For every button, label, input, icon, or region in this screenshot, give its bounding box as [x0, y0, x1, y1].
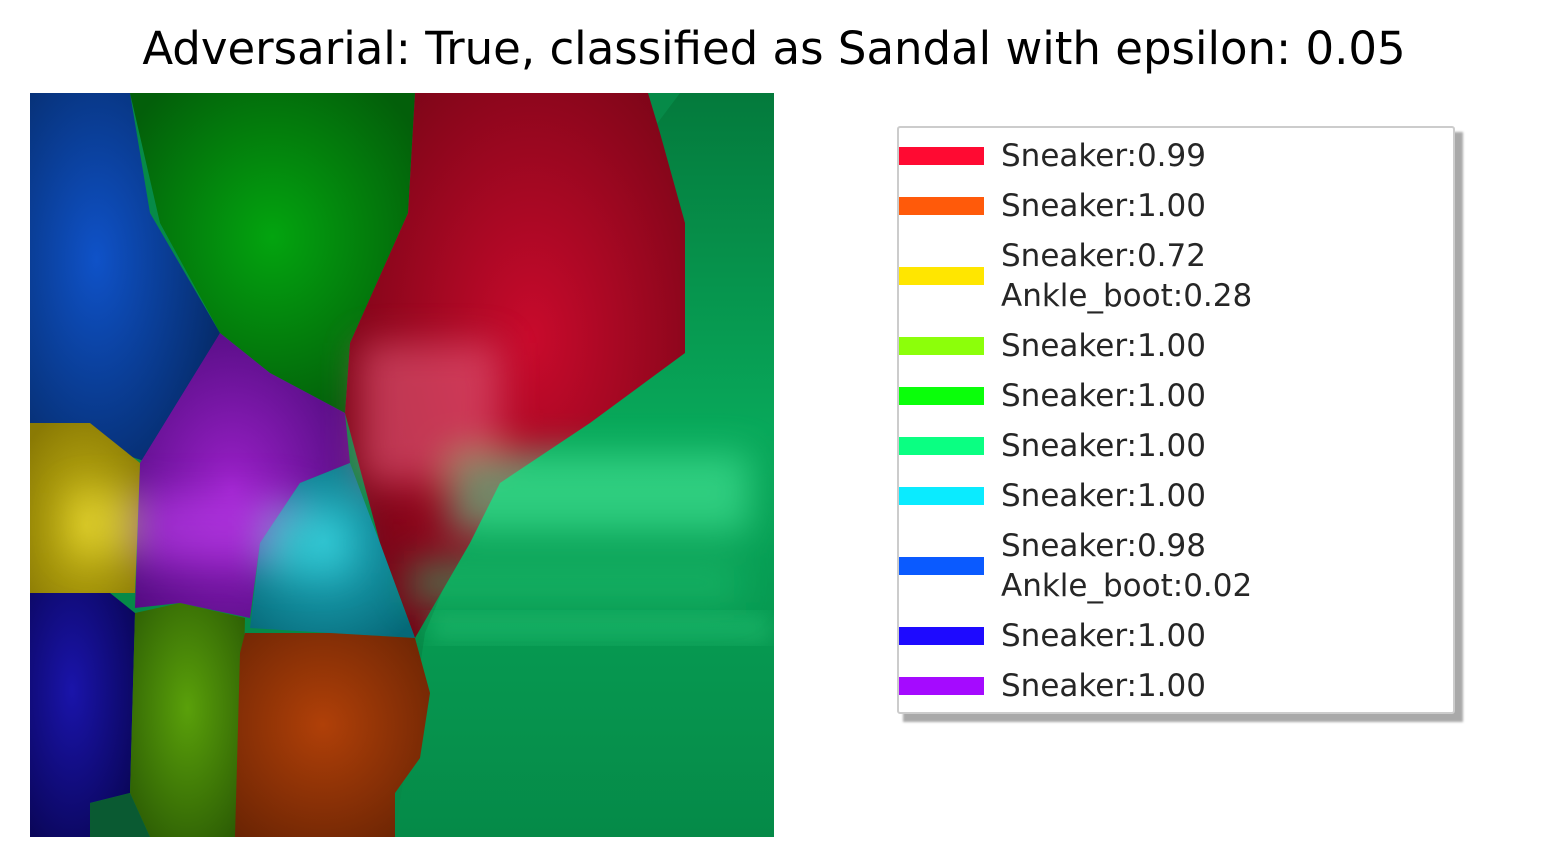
legend-swatch [899, 677, 984, 695]
legend-swatch [899, 197, 984, 215]
legend-swatch [899, 387, 984, 405]
legend-label: Sneaker:0.98 Ankle_boot:0.02 [1001, 526, 1252, 606]
legend-label: Sneaker:0.99 [1001, 136, 1206, 176]
legend: Sneaker:0.99 Sneaker:1.00 Sneaker:0.72 Ankl… [897, 126, 1455, 714]
segmentation-map [30, 93, 774, 837]
legend-label-line: Sneaker:0.98 [1001, 528, 1206, 564]
legend-label-line: Sneaker:1.00 [1001, 428, 1206, 464]
legend-label: Sneaker:1.00 [1001, 376, 1206, 416]
legend-swatch [899, 487, 984, 505]
legend-label-line: Sneaker:0.99 [1001, 138, 1206, 174]
legend-swatch [899, 147, 984, 165]
legend-swatch [899, 437, 984, 455]
legend-label-line: Sneaker:1.00 [1001, 378, 1206, 414]
legend-label: Sneaker:1.00 [1001, 476, 1206, 516]
legend-label: Sneaker:1.00 [1001, 186, 1206, 226]
legend-label-line: Ankle_boot:0.28 [1001, 278, 1253, 314]
legend-label-line: Sneaker:0.72 [1001, 238, 1206, 274]
chart-title: Adversarial: True, classified as Sandal … [142, 22, 1406, 75]
legend-label: Sneaker:1.00 [1001, 616, 1206, 656]
legend-label-line: Sneaker:1.00 [1001, 618, 1206, 654]
legend-swatch [899, 557, 984, 575]
legend-label: Sneaker:0.72 Ankle_boot:0.28 [1001, 236, 1252, 316]
legend-label-line: Ankle_boot:0.02 [1001, 568, 1253, 604]
legend-swatch [899, 337, 984, 355]
legend-label-line: Sneaker:1.00 [1001, 668, 1206, 704]
legend-label-line: Sneaker:1.00 [1001, 478, 1206, 514]
legend-label: Sneaker:1.00 [1001, 666, 1206, 706]
legend-swatch [899, 627, 984, 645]
legend-label: Sneaker:1.00 [1001, 426, 1206, 466]
legend-swatch [899, 267, 984, 285]
legend-label-line: Sneaker:1.00 [1001, 188, 1206, 224]
legend-label-line: Sneaker:1.00 [1001, 328, 1206, 364]
legend-label: Sneaker:1.00 [1001, 326, 1206, 366]
figure: Adversarial: True, classified as Sandal … [0, 0, 1548, 867]
